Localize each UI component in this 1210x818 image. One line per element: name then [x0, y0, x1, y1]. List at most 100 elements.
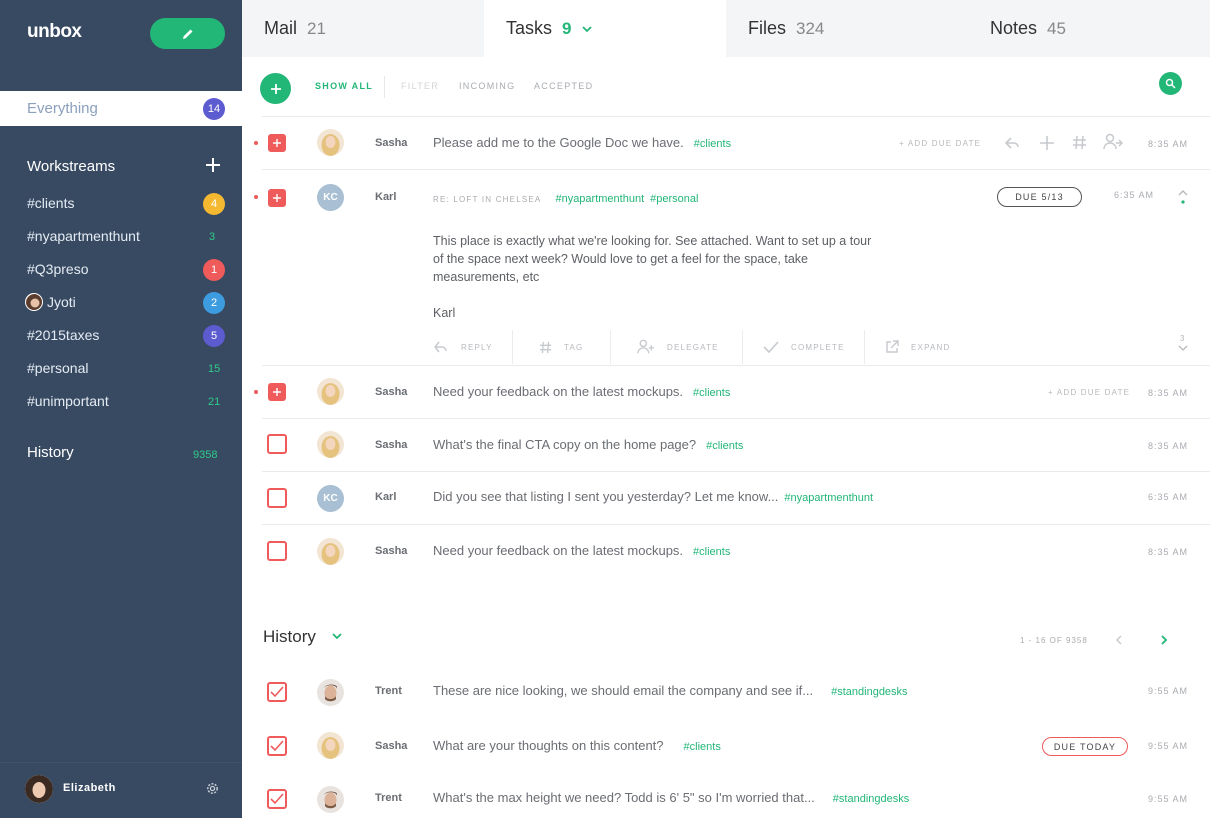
search-button[interactable]: [1159, 72, 1182, 95]
user-name: Elizabeth: [63, 782, 116, 794]
compose-button[interactable]: [150, 18, 225, 49]
user-bar: Elizabeth: [0, 762, 242, 818]
task-checkbox[interactable]: [267, 434, 287, 454]
task-row[interactable]: Sasha Need your feedback on the latest m…: [254, 365, 1210, 419]
task-row[interactable]: Sasha Please add me to the Google Doc we…: [254, 116, 1210, 170]
app-logo: unbox: [27, 21, 82, 42]
chevron-left-icon[interactable]: [1113, 633, 1125, 647]
action-label: TAG: [564, 342, 584, 352]
sender-name: Trent: [375, 792, 402, 804]
task-time: 8:35 AM: [1147, 139, 1188, 149]
subject-text: Please add me to the Google Doc we have.: [433, 135, 684, 150]
task-tag[interactable]: #clients: [684, 741, 721, 753]
chevron-down-icon[interactable]: [1178, 345, 1188, 352]
chevron-down-icon[interactable]: [581, 23, 593, 35]
sender-name: Sasha: [375, 439, 408, 451]
avatar: [317, 129, 344, 156]
action-label: REPLY: [461, 342, 493, 352]
task-checkbox[interactable]: [268, 383, 286, 401]
sidebar-item-label: #nyapartmenthunt: [27, 228, 140, 244]
reply-icon[interactable]: [1003, 134, 1021, 152]
avatar: [317, 732, 344, 759]
filter-accepted[interactable]: ACCEPTED: [534, 81, 593, 91]
tab-label: Files: [748, 18, 787, 38]
filter-incoming[interactable]: INCOMING: [459, 81, 515, 91]
sidebar-item-label: Everything: [27, 100, 98, 117]
reply-button[interactable]: REPLY: [421, 330, 513, 364]
expand-button[interactable]: EXPAND: [865, 330, 985, 364]
delegate-button[interactable]: DELEGATE: [611, 330, 743, 364]
tab-mail[interactable]: Mail 21: [242, 0, 484, 57]
sidebar-item-jyoti[interactable]: Jyoti: [25, 292, 76, 312]
sidebar-item-unimportant[interactable]: #unimportant: [27, 391, 109, 411]
due-date-badge[interactable]: DUE TODAY: [1042, 737, 1128, 756]
task-row[interactable]: KC Karl Did you see that listing I sent …: [262, 471, 1210, 525]
task-time: 6:35 AM: [1147, 492, 1188, 502]
history-row[interactable]: Trent What's the max height we need? Tod…: [262, 772, 1210, 818]
task-tag[interactable]: #nyapartmenthunt: [784, 492, 873, 504]
tab-tasks[interactable]: Tasks 9: [484, 0, 726, 57]
sidebar-item-nyapartmenthunt[interactable]: #nyapartmenthunt: [27, 226, 140, 246]
task-tag[interactable]: #standingdesks: [831, 686, 907, 698]
sidebar-item-label: #2015taxes: [27, 327, 100, 343]
tab-files[interactable]: Files 324: [726, 0, 968, 57]
chevron-down-icon[interactable]: [331, 630, 343, 642]
task-row[interactable]: Sasha What's the final CTA copy on the h…: [262, 418, 1210, 472]
hash-icon[interactable]: [1072, 135, 1087, 150]
gear-icon[interactable]: [205, 781, 220, 796]
history-row[interactable]: Sasha What are your thoughts on this con…: [262, 719, 1210, 771]
check-icon: [270, 793, 284, 805]
sidebar-item-2015taxes[interactable]: #2015taxes: [27, 325, 99, 345]
task-checkbox[interactable]: [267, 488, 287, 508]
due-date-badge[interactable]: DUE 5/13: [997, 187, 1082, 207]
completed-checkbox[interactable]: [267, 682, 287, 702]
hash-icon: [539, 341, 552, 353]
check-icon: [270, 740, 284, 752]
add-due-date-button[interactable]: + ADD DUE DATE: [899, 139, 981, 148]
task-checkbox[interactable]: [268, 189, 286, 207]
task-tag[interactable]: #nyapartmenthunt: [555, 193, 644, 205]
task-checkbox[interactable]: [267, 541, 287, 561]
plus-icon[interactable]: [1039, 135, 1055, 151]
collapse-icon[interactable]: [1176, 188, 1190, 206]
avatar: [317, 538, 344, 565]
task-checkbox[interactable]: [268, 134, 286, 152]
filter-show-all[interactable]: SHOW ALL: [315, 81, 373, 91]
task-time: 9:55 AM: [1147, 794, 1188, 804]
task-row-expanded[interactable]: KC Karl RE: LOFT IN CHELSEA #nyapartmenth…: [254, 169, 1210, 365]
avatar: [317, 786, 344, 813]
filter-button[interactable]: FILTER: [401, 81, 439, 91]
complete-button[interactable]: COMPLETE: [743, 330, 865, 364]
sender-name: Sasha: [375, 386, 408, 398]
task-time: 8:35 AM: [1147, 547, 1188, 557]
add-workstream-icon[interactable]: [205, 157, 221, 173]
add-due-date-button[interactable]: + ADD DUE DATE: [1048, 388, 1130, 397]
sidebar-item-clients[interactable]: #clients: [27, 193, 74, 213]
chevron-right-icon[interactable]: [1158, 633, 1170, 647]
history-title: History: [263, 627, 316, 646]
tab-notes[interactable]: Notes 45: [968, 0, 1210, 57]
task-tag[interactable]: #clients: [694, 138, 731, 150]
task-tag[interactable]: #clients: [693, 387, 730, 399]
completed-checkbox[interactable]: [267, 789, 287, 809]
avatar[interactable]: [25, 775, 53, 803]
delegate-icon[interactable]: [1103, 133, 1123, 151]
completed-checkbox[interactable]: [267, 736, 287, 756]
task-tag[interactable]: #clients: [706, 440, 743, 452]
sidebar-item-history[interactable]: History: [27, 444, 74, 461]
task-tag[interactable]: #clients: [693, 546, 730, 558]
message-body: This place is exactly what we're looking…: [433, 234, 872, 284]
avatar: KC: [317, 485, 344, 512]
task-tag[interactable]: #standingdesks: [833, 793, 909, 805]
count-badge: 14: [203, 98, 225, 120]
sender-name: Sasha: [375, 740, 408, 752]
task-tag[interactable]: #personal: [650, 193, 698, 205]
tag-button[interactable]: TAG: [513, 330, 611, 364]
sidebar-item-everything[interactable]: Everything 14: [0, 91, 242, 126]
sidebar-item-q3preso[interactable]: #Q3preso: [27, 259, 88, 279]
add-task-button[interactable]: [260, 73, 291, 104]
sidebar-item-personal[interactable]: #personal: [27, 358, 89, 378]
task-row[interactable]: Sasha Need your feedback on the latest m…: [262, 524, 1210, 578]
history-row[interactable]: Trent These are nice looking, we should …: [262, 665, 1210, 717]
history-heading[interactable]: History: [263, 627, 343, 647]
